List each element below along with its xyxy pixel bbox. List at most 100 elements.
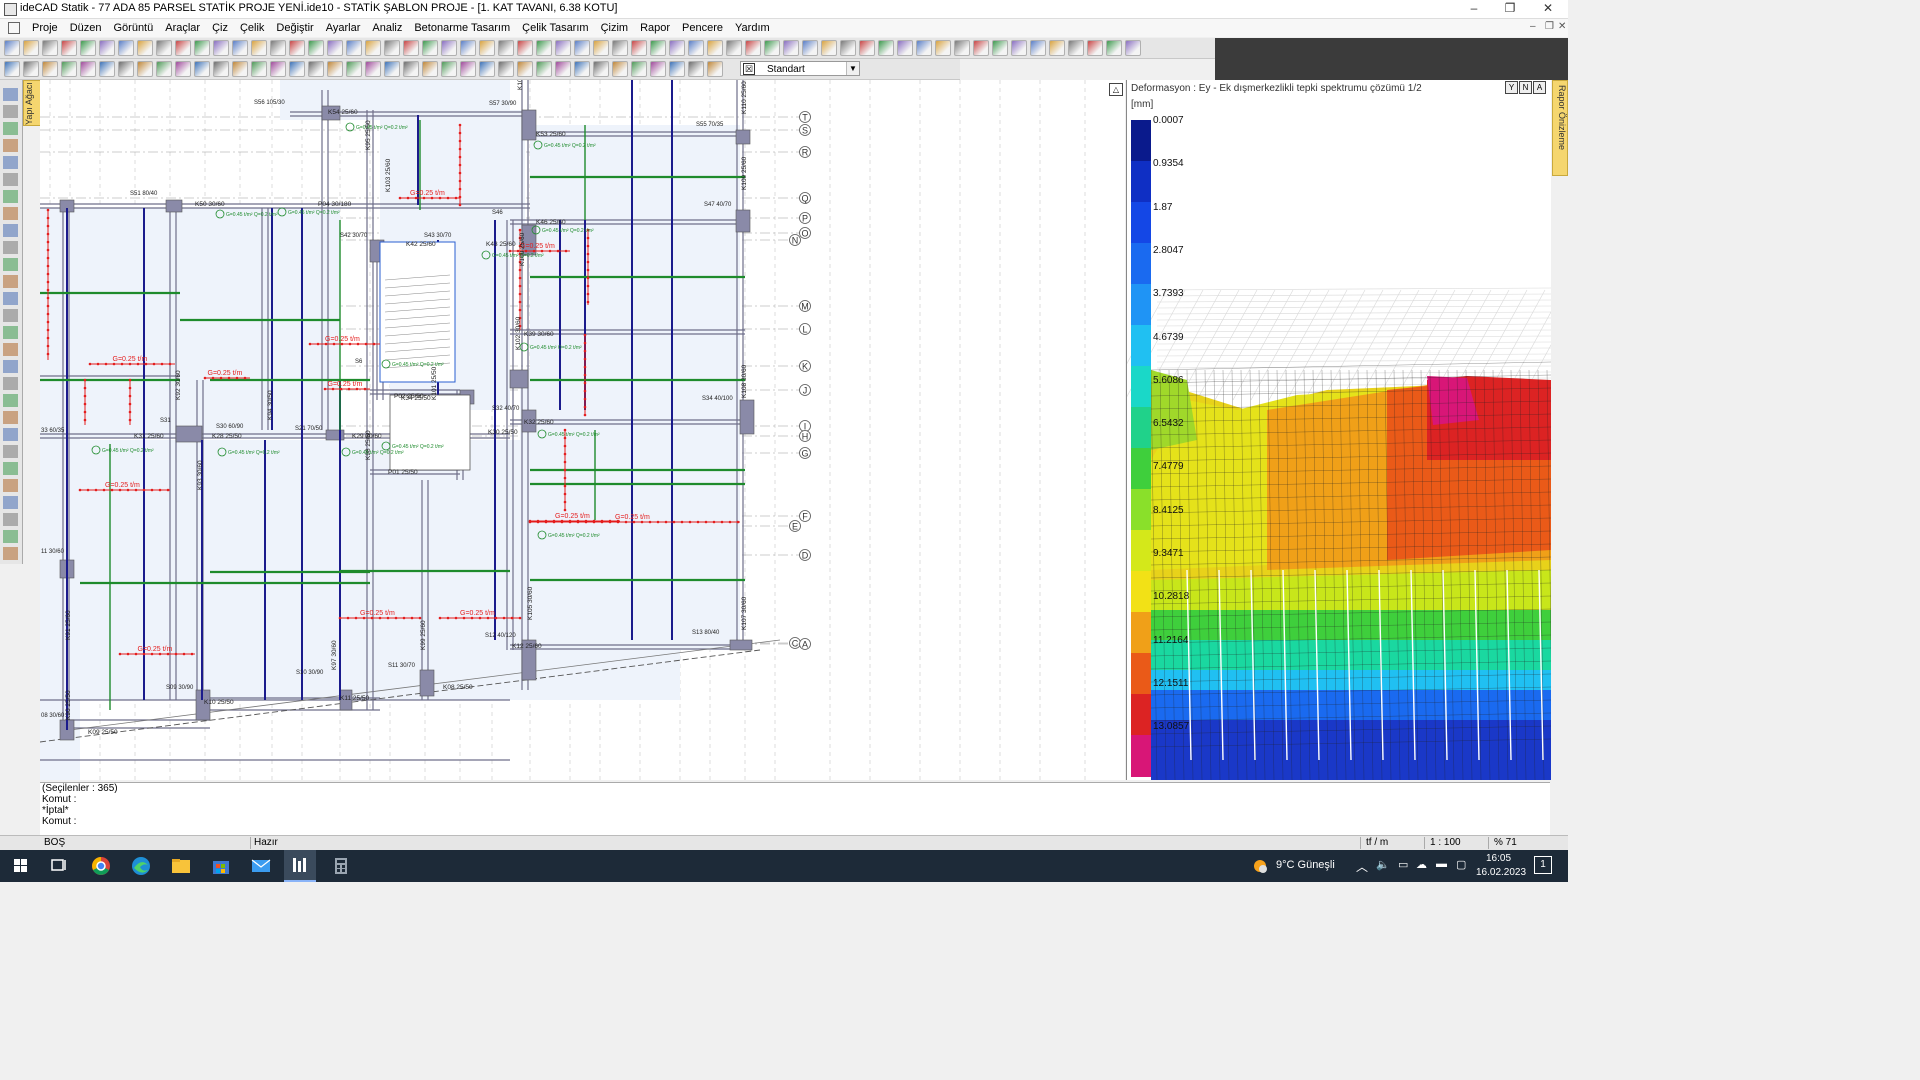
side-tool-icon[interactable] (3, 445, 18, 458)
side-tool-icon[interactable] (3, 156, 18, 169)
command-area[interactable]: (Seçilenler : 365) Komut : *İptal* Komut… (40, 782, 1550, 835)
deformation-3d-view[interactable] (1127, 80, 1551, 780)
tool-icon[interactable] (650, 40, 666, 56)
tool-icon[interactable] (289, 40, 305, 56)
menu-item-düzen[interactable]: Düzen (64, 19, 108, 37)
tool-icon[interactable] (669, 40, 685, 56)
tool-icon[interactable] (308, 61, 324, 77)
tool-icon[interactable] (574, 40, 590, 56)
tool-icon[interactable] (631, 40, 647, 56)
menu-item-betonarme-tasarım[interactable]: Betonarme Tasarım (408, 19, 516, 37)
side-tool-icon[interactable] (3, 190, 18, 203)
tool-icon[interactable] (156, 61, 172, 77)
tool-icon[interactable] (1106, 40, 1122, 56)
tool-icon[interactable] (80, 61, 96, 77)
tool-icon[interactable] (365, 40, 381, 56)
side-tool-icon[interactable] (3, 377, 18, 390)
side-tool-icon[interactable] (3, 394, 18, 407)
tool-icon[interactable] (973, 40, 989, 56)
status-units[interactable]: tf / m (1366, 837, 1388, 848)
tool-icon[interactable] (384, 40, 400, 56)
minimize-button[interactable]: – (1456, 0, 1492, 18)
tool-icon[interactable] (346, 40, 362, 56)
tool-icon[interactable] (479, 40, 495, 56)
tool-icon[interactable] (612, 61, 628, 77)
view-y-button[interactable]: Y (1505, 81, 1518, 94)
menu-item-çizim[interactable]: Çizim (595, 19, 635, 37)
tool-icon[interactable] (650, 61, 666, 77)
file-explorer-icon[interactable] (168, 855, 194, 877)
tool-icon[interactable] (175, 40, 191, 56)
side-tool-icon[interactable] (3, 479, 18, 492)
windows-start-icon[interactable] (8, 855, 34, 877)
store-icon[interactable] (208, 855, 234, 877)
tool-icon[interactable] (365, 61, 381, 77)
tool-icon[interactable] (764, 40, 780, 56)
taskbar-idecad-active[interactable] (284, 850, 316, 882)
chrome-icon[interactable] (88, 855, 114, 877)
tool-icon[interactable] (460, 61, 476, 77)
calculator-icon[interactable] (328, 855, 354, 877)
tool-icon[interactable] (327, 61, 343, 77)
tool-icon[interactable] (1049, 40, 1065, 56)
menu-item-pencere[interactable]: Pencere (676, 19, 729, 37)
column[interactable] (729, 639, 753, 651)
tool-icon[interactable] (42, 61, 58, 77)
tool-icon[interactable] (270, 40, 286, 56)
tool-icon[interactable] (745, 40, 761, 56)
tool-icon[interactable] (156, 40, 172, 56)
tool-icon[interactable] (916, 40, 932, 56)
tool-icon[interactable] (935, 40, 951, 56)
side-tool-icon[interactable] (3, 343, 18, 356)
menu-item-çelik[interactable]: Çelik (234, 19, 270, 37)
tool-icon[interactable] (992, 40, 1008, 56)
column[interactable] (325, 429, 345, 441)
tool-icon[interactable] (99, 40, 115, 56)
tool-icon[interactable] (726, 40, 742, 56)
tool-icon[interactable] (289, 61, 305, 77)
side-tool-icon[interactable] (3, 411, 18, 424)
tool-icon[interactable] (1011, 40, 1027, 56)
tool-icon[interactable] (707, 61, 723, 77)
weather-text[interactable]: 9°C Güneşli (1276, 859, 1335, 871)
tool-icon[interactable] (403, 40, 419, 56)
tool-icon[interactable] (479, 61, 495, 77)
tool-icon[interactable] (4, 61, 20, 77)
deformation-panel[interactable]: Deformasyon : Ey - Ek dışmerkezlikli tep… (1126, 80, 1551, 780)
tool-icon[interactable] (593, 40, 609, 56)
tool-icon[interactable] (555, 40, 571, 56)
tool-icon[interactable] (194, 40, 210, 56)
tool-icon[interactable] (517, 61, 533, 77)
tool-icon[interactable] (213, 61, 229, 77)
tool-icon[interactable] (688, 40, 704, 56)
notification-icon[interactable]: 1 (1534, 856, 1552, 874)
tool-icon[interactable] (99, 61, 115, 77)
tool-icon[interactable] (460, 40, 476, 56)
tool-icon[interactable] (593, 61, 609, 77)
menu-item-rapor[interactable]: Rapor (634, 19, 676, 37)
side-tool-icon[interactable] (3, 105, 18, 118)
slab-area[interactable] (530, 125, 740, 375)
volume-icon[interactable]: 🔈 (1376, 858, 1390, 871)
menu-item-değiştir[interactable]: Değiştir (270, 19, 319, 37)
tool-icon[interactable] (61, 61, 77, 77)
tool-icon[interactable] (118, 40, 134, 56)
side-tool-icon[interactable] (3, 309, 18, 322)
tool-icon[interactable] (783, 40, 799, 56)
slab-area[interactable] (520, 370, 740, 650)
column[interactable] (735, 209, 751, 233)
tool-icon[interactable] (897, 40, 913, 56)
tool-icon[interactable] (270, 61, 286, 77)
tool-icon[interactable] (840, 40, 856, 56)
mdi-minimize-icon[interactable]: – (1530, 21, 1536, 32)
side-tool-icon[interactable] (3, 88, 18, 101)
command-input[interactable]: Komut : (40, 816, 1550, 827)
side-tool-icon[interactable] (3, 139, 18, 152)
tool-icon[interactable] (536, 61, 552, 77)
tool-icon[interactable] (821, 40, 837, 56)
tool-icon[interactable] (175, 61, 191, 77)
battery-icon[interactable]: ▬ (1436, 858, 1447, 870)
tool-icon[interactable] (137, 61, 153, 77)
tool-icon[interactable] (498, 61, 514, 77)
tool-icon[interactable] (954, 40, 970, 56)
